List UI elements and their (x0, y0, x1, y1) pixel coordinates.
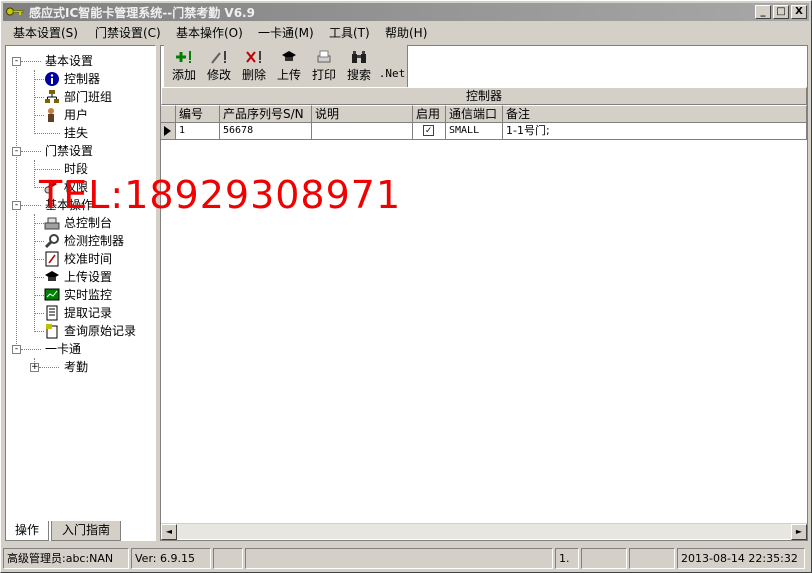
status-panel (629, 548, 675, 569)
column-header[interactable]: 编号 (176, 105, 220, 123)
menu-basic-operations[interactable]: 基本操作(O) (176, 24, 243, 41)
column-header[interactable]: 启用 (413, 105, 446, 123)
tree-item-report-loss[interactable]: 挂失 (64, 124, 88, 142)
add-icon (176, 51, 191, 63)
record-icon (46, 305, 58, 321)
edit-label: 修改 (206, 68, 231, 82)
app-window: 感应式IC智能卡管理系统--门禁考勤 V6.9 _ □ X 基本设置(S) 门禁… (0, 0, 812, 573)
console-icon (44, 217, 60, 230)
magnifier-icon (44, 234, 59, 249)
clock-icon (45, 251, 59, 267)
tree-item-calibrate-time[interactable]: 校准时间 (64, 250, 112, 268)
tree-collapse-toggle[interactable]: - (12, 345, 21, 354)
tree-group-one-card[interactable]: 一卡通 (45, 340, 81, 358)
tree-group-basic-settings[interactable]: 基本设置 (45, 52, 93, 70)
delete-button[interactable]: 删除 (236, 47, 272, 85)
print-button[interactable]: 打印 (306, 47, 342, 85)
toolbar: 添加 修改 删除 上传 打印 搜索 .Net (164, 45, 408, 87)
print-icon (317, 50, 331, 63)
tree-item-user[interactable]: 用户 (64, 106, 88, 124)
status-version: Ver: 6.9.15 (131, 548, 211, 569)
row-indicator[interactable] (161, 123, 176, 140)
dotnet-label: .Net (378, 67, 406, 80)
status-panel (581, 548, 627, 569)
minimize-button[interactable]: _ (755, 5, 771, 19)
tab-getting-started[interactable]: 入门指南 (51, 521, 121, 541)
menu-access-settings[interactable]: 门禁设置(C) (95, 24, 161, 41)
cell-note[interactable]: 1-1号门; (503, 123, 807, 140)
info-icon (45, 72, 59, 86)
phone-watermark: TEL:18929308971 (39, 173, 402, 217)
status-datetime: 2013-08-14 22:35:32 (677, 548, 805, 569)
left-pane-tabs: 操作 入门指南 (5, 521, 156, 541)
window-title: 感应式IC智能卡管理系统--门禁考勤 V6.9 (29, 6, 255, 20)
controller-grid: 控制器 编号 产品序列号S/N 说明 启用 通信端口 备注 1 56678 ✓ … (161, 87, 807, 523)
tree-item-attendance[interactable]: 考勤 (64, 358, 88, 376)
search-label: 搜索 (346, 68, 371, 82)
tree-item-upload-settings[interactable]: 上传设置 (64, 268, 112, 286)
tree-item-department[interactable]: 部门班组 (64, 88, 112, 106)
edit-icon (211, 51, 226, 64)
graduation-cap-icon (45, 271, 59, 281)
cell-serial-number[interactable]: 56678 (220, 123, 312, 140)
add-button[interactable]: 添加 (166, 47, 202, 85)
tree-connector (34, 160, 35, 188)
monitor-icon (44, 288, 60, 301)
tab-operations[interactable]: 操作 (5, 521, 49, 541)
key-app-icon (6, 7, 24, 16)
cell-enabled[interactable]: ✓ (413, 123, 446, 140)
column-header[interactable]: 说明 (312, 105, 413, 123)
grid-corner-cell (161, 105, 176, 123)
tree-collapse-toggle[interactable]: - (12, 201, 21, 210)
delete-icon (246, 51, 261, 63)
tree-item-detect-controller[interactable]: 检测控制器 (64, 232, 124, 250)
menu-tools[interactable]: 工具(T) (329, 24, 370, 41)
tree-collapse-toggle[interactable]: - (12, 57, 21, 66)
edit-button[interactable]: 修改 (201, 47, 237, 85)
status-user: 高级管理员:abc:NAN (3, 548, 129, 569)
menu-bar: 基本设置(S) 门禁设置(C) 基本操作(O) 一卡通(M) 工具(T) 帮助(… (3, 22, 809, 41)
maximize-button[interactable]: □ (773, 5, 789, 19)
menu-help[interactable]: 帮助(H) (385, 24, 427, 41)
menu-basic-settings[interactable]: 基本设置(S) (13, 24, 78, 41)
tree-group-access-settings[interactable]: 门禁设置 (45, 142, 93, 160)
grid-caption: 控制器 (161, 87, 807, 105)
status-panel (213, 548, 243, 569)
org-chart-icon (45, 90, 59, 103)
menu-one-card[interactable]: 一卡通(M) (258, 24, 314, 41)
row-pointer-icon (164, 126, 171, 136)
upload-icon (282, 51, 296, 61)
cell-description[interactable] (312, 123, 413, 140)
close-button[interactable]: X (791, 5, 807, 19)
tree-item-realtime-monitor[interactable]: 实时监控 (64, 286, 112, 304)
enabled-checkbox[interactable]: ✓ (423, 125, 434, 136)
tree-item-controller[interactable]: 控制器 (64, 70, 100, 88)
upload-label: 上传 (276, 68, 301, 82)
scroll-left-button[interactable]: ◄ (161, 524, 177, 540)
user-icon (48, 108, 54, 122)
column-header[interactable]: 备注 (503, 105, 807, 123)
print-label: 打印 (311, 68, 336, 82)
status-panel (245, 548, 553, 569)
tree-collapse-toggle[interactable]: - (12, 147, 21, 156)
tree-item-query-raw-records[interactable]: 查询原始记录 (64, 322, 136, 340)
binoculars-icon (352, 51, 366, 63)
column-header[interactable]: 产品序列号S/N (220, 105, 312, 123)
cell-id[interactable]: 1 (176, 123, 220, 140)
navigation-tree: - 基本设置 控制器 部门班组 用户 挂失 - 门禁设置 时段 权限 - 基本操… (5, 45, 156, 541)
column-header[interactable]: 通信端口 (446, 105, 503, 123)
title-bar[interactable]: 感应式IC智能卡管理系统--门禁考勤 V6.9 _ □ X (3, 3, 809, 21)
scroll-right-button[interactable]: ► (791, 524, 807, 540)
delete-label: 删除 (241, 68, 266, 82)
tree-expand-toggle[interactable]: + (30, 363, 39, 372)
cell-port[interactable]: SMALL (446, 123, 503, 140)
search-button[interactable]: 搜索 (341, 47, 377, 85)
horizontal-scrollbar[interactable]: ◄ ► (161, 523, 807, 540)
add-label: 添加 (171, 68, 196, 82)
tree-item-extract-records[interactable]: 提取记录 (64, 304, 112, 322)
status-field-number: 1. (555, 548, 579, 569)
query-icon (46, 324, 58, 339)
status-bar: 高级管理员:abc:NAN Ver: 6.9.15 1. 2013-08-14 … (3, 546, 809, 570)
upload-button[interactable]: 上传 (271, 47, 307, 85)
